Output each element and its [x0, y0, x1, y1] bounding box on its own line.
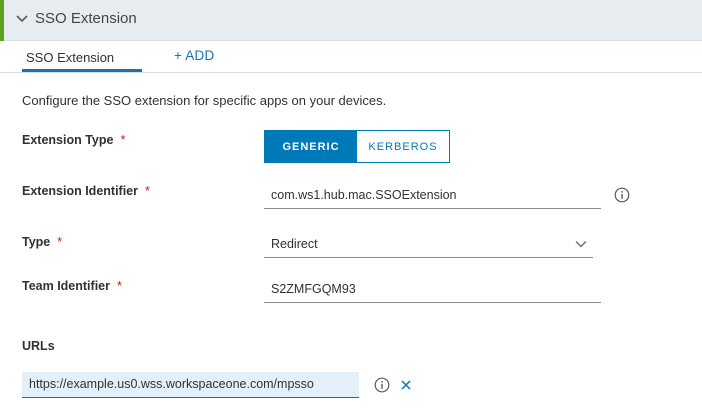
add-button[interactable]: + ADD — [174, 48, 214, 63]
team-identifier-input[interactable]: S2ZMFGQM93 — [264, 277, 601, 303]
input-value: com.ws1.hub.mac.SSOExtension — [271, 188, 457, 202]
required-marker: * — [116, 279, 122, 293]
required-marker: * — [145, 184, 150, 198]
type-label: Type * — [22, 235, 62, 249]
team-identifier-label: Team Identifier * — [22, 279, 122, 293]
label-text: Extension Identifier — [22, 184, 138, 198]
url-input[interactable]: https://example.us0.wss.workspaceone.com… — [22, 372, 359, 398]
extension-identifier-label: Extension Identifier * — [22, 184, 150, 198]
chevron-down-icon[interactable] — [15, 12, 29, 26]
generic-option-button[interactable]: GENERIC — [265, 131, 357, 162]
input-value: S2ZMFGQM93 — [271, 282, 356, 296]
label-text: Type — [22, 235, 51, 249]
chevron-down-icon — [575, 241, 587, 248]
description-text: Configure the SSO extension for specific… — [22, 93, 387, 108]
select-value: Redirect — [271, 237, 318, 251]
extension-identifier-input[interactable]: com.ws1.hub.mac.SSOExtension — [264, 183, 601, 209]
section-title: SSO Extension — [35, 10, 137, 27]
label-text: Team Identifier — [22, 279, 110, 293]
section-header[interactable]: SSO Extension — [0, 0, 702, 41]
tab-sso-extension[interactable]: SSO Extension — [22, 41, 142, 72]
label-text: Extension Type — [22, 133, 114, 147]
type-select[interactable]: Redirect — [264, 232, 593, 258]
required-marker: * — [57, 235, 63, 249]
close-icon[interactable] — [400, 379, 412, 391]
section-accent-bar — [0, 0, 4, 41]
info-icon[interactable] — [614, 187, 630, 203]
input-value: https://example.us0.wss.workspaceone.com… — [29, 377, 314, 391]
required-marker: * — [120, 133, 126, 147]
extension-type-label: Extension Type * — [22, 133, 125, 147]
tab-label: SSO Extension — [26, 50, 115, 65]
info-icon[interactable] — [374, 377, 390, 393]
urls-label: URLs — [22, 339, 55, 353]
extension-type-toggle[interactable]: GENERIC KERBEROS — [264, 130, 450, 163]
kerberos-option-button[interactable]: KERBEROS — [357, 131, 449, 162]
active-tab-indicator — [22, 69, 142, 72]
tab-bar: SSO Extension + ADD — [0, 41, 702, 73]
